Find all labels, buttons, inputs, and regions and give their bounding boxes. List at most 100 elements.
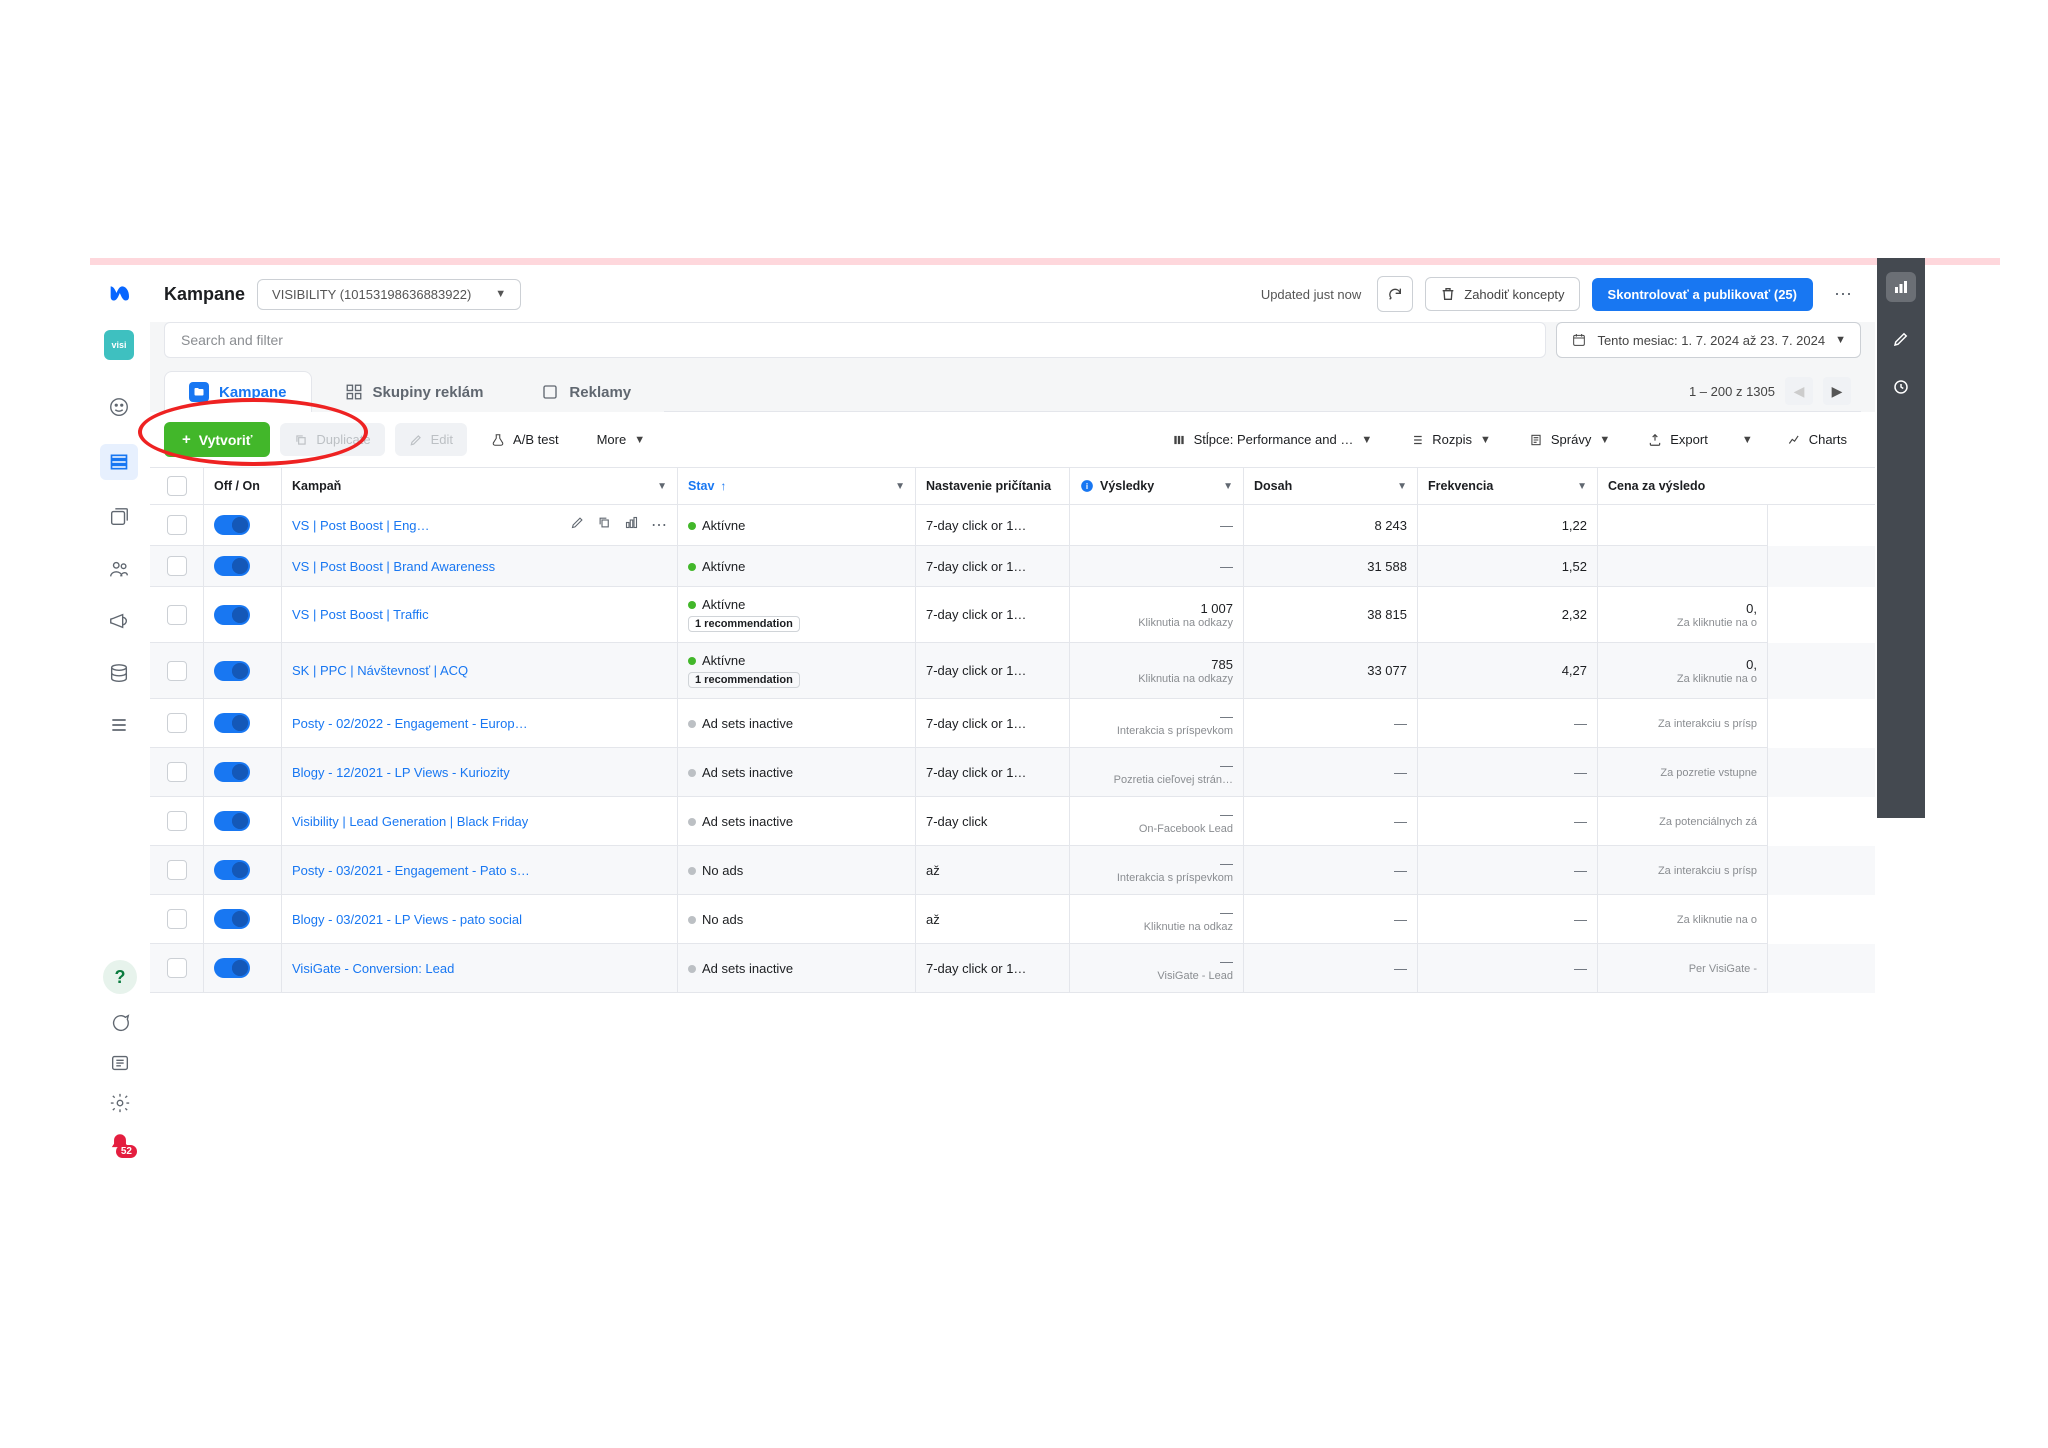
more-icon[interactable]: ⋯ [651,515,667,535]
account-badge[interactable]: visi [104,330,134,360]
export-button[interactable]: Export [1634,423,1722,456]
row-toggle[interactable] [204,587,282,643]
news-icon[interactable] [109,1052,131,1074]
attribution-cell: 7-day click or 1… [916,748,1070,797]
duplicate-button[interactable]: Duplicate [280,423,384,456]
breakdown-button[interactable]: Rozpis ▼ [1396,423,1505,456]
history-icon[interactable] [1890,376,1912,398]
sort-arrow-up-icon: ↑ [720,479,726,493]
frequency-cell: 1,22 [1418,505,1598,546]
emoji-icon[interactable] [104,392,134,422]
campaign-name-cell[interactable]: VS | Post Boost | Traffic [282,587,678,643]
notifications-icon[interactable] [109,1132,131,1154]
attribution-cell: 7-day click or 1… [916,546,1070,587]
th-reach[interactable]: Dosah ▼ [1244,468,1418,504]
th-cost-per-result[interactable]: Cena za výsledo [1598,468,1768,504]
th-frequency[interactable]: Frekvencia ▼ [1418,468,1598,504]
row-toggle[interactable] [204,748,282,797]
recommendation-badge[interactable]: 1 recommendation [688,616,800,632]
campaign-name-cell[interactable]: Posty - 03/2021 - Engagement - Pato soci… [282,846,678,895]
row-toggle[interactable] [204,505,282,546]
insights-icon[interactable] [1886,272,1916,302]
search-input[interactable]: Search and filter [164,322,1546,358]
columns-button[interactable]: Stĺpce: Performance and … ▼ [1158,423,1387,456]
date-range-selector[interactable]: Tento mesiac: 1. 7. 2024 až 23. 7. 2024 … [1556,322,1861,358]
campaign-name-label: Visibility | Lead Generation | Black Fri… [292,814,528,829]
row-toggle[interactable] [204,643,282,699]
campaign-name-cell[interactable]: VisiGate - Conversion: Lead [282,944,678,993]
th-checkbox[interactable] [150,468,204,504]
row-checkbox[interactable] [150,944,204,993]
action-toolbar: + Vytvoriť Duplicate Edit A/B test More … [150,412,1875,468]
menu-icon[interactable] [104,710,134,740]
refresh-button[interactable] [1377,276,1413,312]
cpr-cell [1598,546,1768,587]
row-checkbox[interactable] [150,643,204,699]
chart-icon[interactable] [624,515,639,530]
pager-prev-button[interactable]: ◀ [1785,377,1813,405]
tab-adsets[interactable]: Skupiny reklám [320,372,509,412]
account-selector[interactable]: VISIBILITY (10153198636883922) ▼ [257,279,521,310]
audience-icon[interactable] [104,554,134,584]
charts-button[interactable]: Charts [1773,423,1861,456]
row-checkbox[interactable] [150,546,204,587]
results-cell: 1 007 Kliknutia na odkazy [1070,587,1244,643]
row-toggle[interactable] [204,797,282,846]
th-name[interactable]: Kampaň ▼ [282,468,678,504]
meta-logo-icon[interactable] [104,278,134,308]
campaign-name-cell[interactable]: Blogy - 12/2021 - LP Views - Kuriozity [282,748,678,797]
tab-ads[interactable]: Reklamy [516,372,656,412]
row-toggle[interactable] [204,944,282,993]
pager-next-button[interactable]: ▶ [1823,377,1851,405]
th-offon[interactable]: Off / On [204,468,282,504]
megaphone-icon[interactable] [104,606,134,636]
table-row: VS | Post Boost | Eng… ⋯ Aktívne 7-day c… [150,505,1875,546]
campaign-name-cell[interactable]: VS | Post Boost | Brand Awareness [282,546,678,587]
row-checkbox[interactable] [150,895,204,944]
row-toggle[interactable] [204,895,282,944]
tab-campaigns[interactable]: Kampane [164,371,312,413]
row-toggle[interactable] [204,846,282,895]
row-checkbox[interactable] [150,587,204,643]
row-checkbox[interactable] [150,846,204,895]
settings-icon[interactable] [109,1092,131,1114]
more-button[interactable]: More ▼ [583,423,660,456]
campaign-name-cell[interactable]: Visibility | Lead Generation | Black Fri… [282,797,678,846]
chat-icon[interactable] [109,1012,131,1034]
billing-icon[interactable] [104,658,134,688]
row-checkbox[interactable] [150,699,204,748]
help-icon[interactable]: ? [103,960,137,994]
abtest-button[interactable]: A/B test [477,423,573,456]
create-button[interactable]: + Vytvoriť [164,422,270,457]
attribution-cell: 7-day click or 1… [916,944,1070,993]
reports-button[interactable]: Správy ▼ [1515,423,1624,456]
th-status[interactable]: Stav ↑ ▼ [678,468,916,504]
row-checkbox[interactable] [150,797,204,846]
th-attribution[interactable]: Nastavenie pričítania [916,468,1070,504]
row-checkbox[interactable] [150,748,204,797]
recommendation-badge[interactable]: 1 recommendation [688,672,800,688]
collection-icon[interactable] [104,502,134,532]
copy-icon[interactable] [597,515,612,530]
row-toggle[interactable] [204,546,282,587]
chevron-down-icon: ▼ [495,288,506,300]
results-cell: — Interakcia s príspevkom [1070,846,1244,895]
edit-button[interactable]: Edit [395,423,467,456]
grid-icon[interactable] [100,444,138,480]
review-publish-button[interactable]: Skontrolovať a publikovať (25) [1592,278,1813,311]
campaign-name-cell[interactable]: Posty - 02/2022 - Engagement - European … [282,699,678,748]
th-results[interactable]: i Výsledky ▼ [1070,468,1244,504]
more-menu-button[interactable]: ⋯ [1825,276,1861,312]
row-toggle[interactable] [204,699,282,748]
cpr-cell: Za kliknutie na o [1598,895,1768,944]
discard-drafts-button[interactable]: Zahodiť koncepty [1425,277,1579,311]
edit-rail-icon[interactable] [1890,328,1912,350]
campaign-name-cell[interactable]: SK | PPC | Návštevnosť | ACQ [282,643,678,699]
campaign-name-label: VisiGate - Conversion: Lead [292,961,454,976]
campaign-name-cell[interactable]: VS | Post Boost | Eng… ⋯ [282,505,678,546]
export-dropdown-button[interactable]: ▼ [1732,425,1763,455]
row-checkbox[interactable] [150,505,204,546]
pencil-icon[interactable] [570,515,585,530]
table-row: Posty - 03/2021 - Engagement - Pato soci… [150,846,1875,895]
campaign-name-cell[interactable]: Blogy - 03/2021 - LP Views - pato social [282,895,678,944]
